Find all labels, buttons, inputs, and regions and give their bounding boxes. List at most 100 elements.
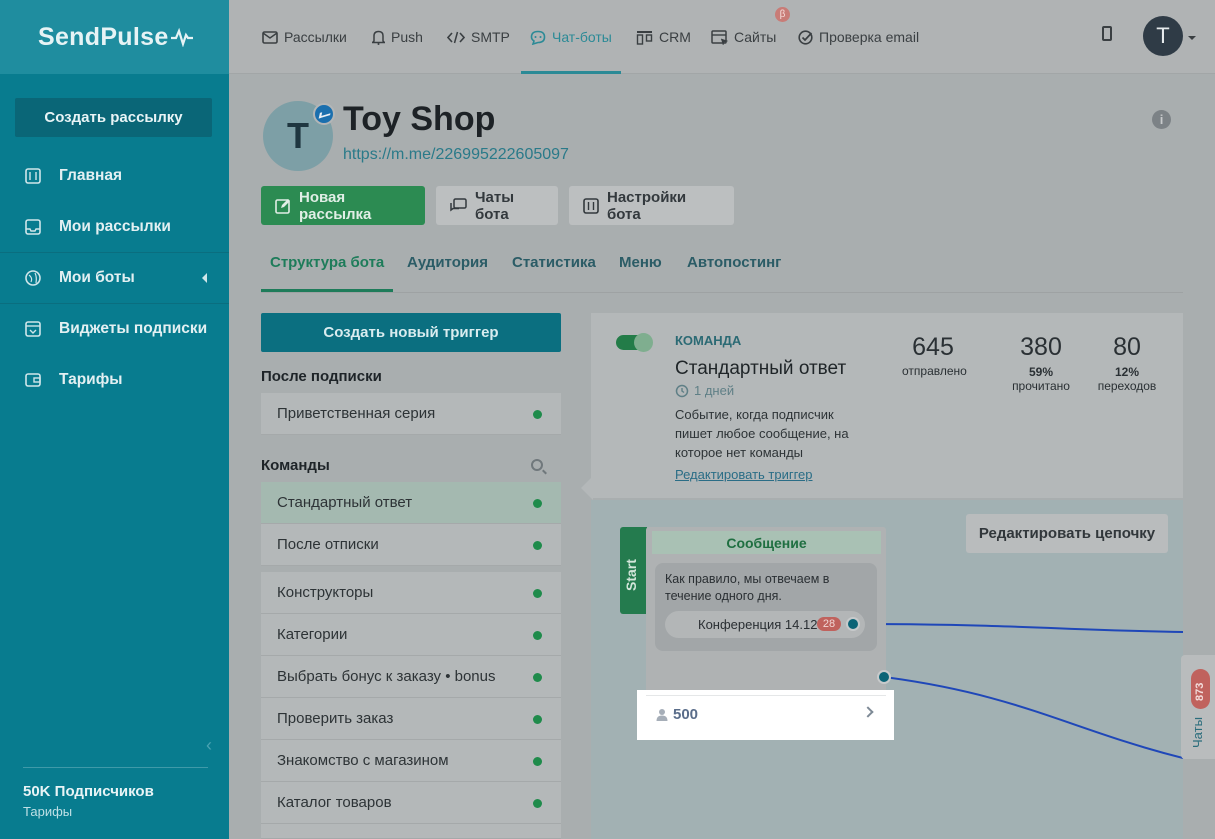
bot-link[interactable]: https://m.me/226995222605097 — [343, 146, 569, 164]
bot-chats-button[interactable]: Чаты бота — [436, 186, 558, 225]
chevron-right-icon[interactable] — [862, 706, 874, 718]
collapse-sidebar-icon[interactable]: ‹ — [206, 735, 212, 756]
topnav-crm[interactable]: CRM — [636, 0, 691, 74]
button-label: Новая рассылка — [299, 188, 372, 223]
logo[interactable]: SendPulse — [38, 23, 193, 52]
widget-icon — [24, 320, 42, 338]
list-item-label: Каталог товаров — [277, 794, 392, 811]
card-connector[interactable] — [877, 670, 891, 684]
tab-menu[interactable]: Меню — [619, 254, 662, 271]
create-mailing-button[interactable]: Создать рассылку — [15, 98, 212, 137]
list-item[interactable]: Выбрать бонус к заказу • bonus — [261, 656, 561, 698]
card-subscribers-row[interactable]: 500 — [646, 695, 886, 733]
status-dot — [533, 715, 542, 724]
panel-pointer — [581, 476, 593, 500]
status-dot — [533, 541, 542, 550]
sidebar-item-my-bots[interactable]: Мои боты — [0, 252, 229, 303]
button-connector[interactable] — [846, 617, 860, 631]
sidebar-nav: Главная Мои рассылки Мои боты Виджеты по… — [0, 150, 229, 405]
caret-left-icon — [202, 273, 207, 283]
topnav-push[interactable]: Push — [372, 0, 423, 74]
sliders-icon — [583, 197, 599, 214]
list-item-label: Приветственная серия — [277, 405, 436, 422]
list-item[interactable]: После отписки — [261, 524, 561, 566]
list-item[interactable]: Каталог товаров — [261, 782, 561, 824]
stat-percent: 59% — [1028, 365, 1054, 379]
topnav-smtp[interactable]: SMTP — [447, 0, 510, 74]
commands-title: Команды — [261, 457, 330, 474]
topnav-chatbots[interactable]: Чат-боты — [521, 0, 621, 74]
edit-chain-button[interactable]: Редактировать цепочку — [966, 514, 1168, 553]
topnav-label: Чат-боты — [552, 29, 612, 45]
sidebar-item-home[interactable]: Главная — [0, 150, 229, 201]
list-item[interactable]: Категории — [261, 614, 561, 656]
list-item-label: Проверить заказ — [277, 710, 394, 727]
site-icon — [711, 29, 728, 45]
info-icon[interactable]: i — [1152, 110, 1171, 129]
sidebar-item-widgets[interactable]: Виджеты подписки — [0, 303, 229, 354]
tab-statistics[interactable]: Статистика — [512, 254, 596, 271]
top-navbar: Рассылки Push SMTP Чат-боты CRM Сайты β … — [229, 0, 1215, 74]
subscription-info: 50K Подписчиков Тарифы — [23, 767, 208, 819]
check-icon — [798, 29, 813, 45]
tab-autoposting[interactable]: Автопостинг — [687, 254, 781, 271]
topnav-label: CRM — [659, 29, 691, 45]
after-subscribe-title: После подписки — [261, 368, 382, 385]
command-name: Стандартный ответ — [675, 358, 847, 379]
command-type-label: КОМАНДА — [675, 333, 742, 348]
status-dot — [533, 799, 542, 808]
stat-label: прочитано — [1012, 379, 1070, 393]
list-item[interactable]: Конструкторы — [261, 572, 561, 614]
messenger-icon — [313, 103, 335, 125]
tariffs-link[interactable]: Тарифы — [23, 804, 208, 819]
list-item[interactable] — [261, 824, 561, 839]
new-trigger-button[interactable]: Создать новый триггер — [261, 313, 561, 352]
command-description: Событие, когда подписчик пишет любое соо… — [675, 407, 849, 460]
sidebar-item-label: Мои боты — [59, 269, 135, 286]
topnav-sites[interactable]: Сайты — [711, 0, 776, 74]
topnav-email-check[interactable]: Проверка email — [798, 0, 919, 74]
stat-read: 380 59% прочитано — [999, 333, 1083, 393]
topnav-label: SMTP — [471, 29, 510, 45]
sidebar: SendPulse Создать рассылку Главная Мои р… — [0, 0, 229, 839]
sidebar-item-my-mailings[interactable]: Мои рассылки — [0, 201, 229, 252]
sidebar-item-label: Главная — [59, 166, 123, 184]
list-item-label: Категории — [277, 626, 348, 643]
list-item[interactable]: Знакомство с магазином — [261, 740, 561, 782]
bell-icon — [372, 30, 385, 45]
sidebar-item-label: Мои рассылки — [59, 217, 171, 235]
user-avatar[interactable]: T — [1143, 16, 1183, 56]
stat-sent: 645 отправлено — [902, 333, 967, 378]
list-item-label: Выбрать бонус к заказу • bonus — [277, 668, 496, 685]
stat-number: 645 — [912, 333, 954, 361]
topnav-mailings[interactable]: Рассылки — [262, 0, 347, 74]
logo-text: SendPulse — [38, 22, 169, 51]
globe-icon — [24, 269, 42, 287]
inbox-icon — [24, 218, 42, 236]
message-card-title: Сообщение — [652, 531, 881, 554]
stat-label: отправлено — [902, 364, 967, 378]
chats-label: Чаты — [1190, 717, 1205, 748]
mobile-icon[interactable] — [1102, 26, 1112, 41]
chevron-down-icon[interactable] — [1188, 36, 1196, 40]
list-item[interactable]: Проверить заказ — [261, 698, 561, 740]
list-item[interactable]: Приветственная серия — [261, 393, 561, 435]
toggle-knob[interactable] — [634, 333, 653, 352]
tab-audience[interactable]: Аудитория — [407, 254, 488, 271]
edit-icon — [275, 198, 291, 214]
tab-structure[interactable]: Структура бота — [260, 254, 394, 292]
topnav-label: Проверка email — [819, 29, 920, 45]
message-button-label: Конференция 14.12 — [698, 617, 818, 632]
new-mailing-button[interactable]: Новая рассылка — [261, 186, 425, 225]
button-count-badge: 28 — [817, 617, 841, 631]
wallet-icon — [24, 371, 42, 389]
edit-trigger-link[interactable]: Редактировать триггер — [675, 467, 813, 482]
search-icon[interactable] — [531, 459, 543, 471]
sidebar-item-tariffs[interactable]: Тарифы — [0, 354, 229, 405]
pulse-icon — [170, 27, 193, 47]
chats-count: 873 — [1194, 682, 1206, 701]
beta-badge: β — [775, 7, 790, 22]
bot-settings-button[interactable]: Настройки бота — [569, 186, 734, 225]
button-label: Настройки бота — [607, 188, 687, 223]
list-item[interactable]: Стандартный ответ — [261, 482, 561, 524]
